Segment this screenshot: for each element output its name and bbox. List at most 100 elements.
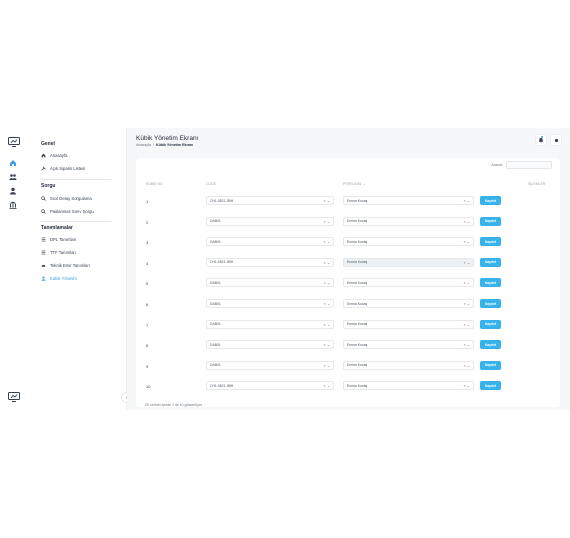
chevron-down-icon[interactable]: ⌄ bbox=[467, 343, 470, 347]
clear-icon[interactable]: × bbox=[464, 199, 466, 203]
save-button[interactable]: Kaydet bbox=[480, 237, 501, 247]
sidebar-item-acik-siparis[interactable]: Açık Siparis Listesi bbox=[41, 164, 85, 172]
breadcrumb-home-link[interactable]: Anasayfa bbox=[136, 143, 151, 147]
save-button[interactable]: Kaydet bbox=[480, 278, 501, 288]
chevron-down-icon[interactable]: ⌄ bbox=[327, 240, 330, 244]
personel-select[interactable]: Emma Kocaş × ⌄ bbox=[343, 299, 474, 308]
notification-button[interactable] bbox=[535, 134, 547, 146]
clear-icon[interactable]: × bbox=[464, 384, 466, 388]
users-group-icon[interactable] bbox=[9, 173, 17, 181]
personel-select[interactable]: Emma Kocaş × ⌄ bbox=[343, 196, 474, 205]
user-icon[interactable] bbox=[9, 187, 17, 195]
clear-icon[interactable]: × bbox=[324, 281, 326, 285]
kubik-no-cell: 2 bbox=[146, 219, 149, 225]
clear-icon[interactable]: × bbox=[324, 220, 326, 224]
code-select[interactable]: DAB01 × ⌄ bbox=[206, 237, 334, 247]
chevron-down-icon[interactable]: ⌄ bbox=[327, 302, 330, 306]
sidebar-item-dpl[interactable]: DPL Tanımları bbox=[41, 235, 76, 243]
code-select[interactable]: CH1-0521-3BH × ⌄ bbox=[206, 257, 334, 267]
chevron-down-icon[interactable]: ⌄ bbox=[327, 323, 330, 327]
chevron-down-icon[interactable]: ⌄ bbox=[467, 261, 470, 265]
save-button[interactable]: Kaydet bbox=[480, 360, 501, 370]
chevron-down-icon[interactable]: ⌄ bbox=[467, 384, 470, 388]
code-select[interactable]: DAB01 × ⌄ bbox=[206, 319, 334, 329]
chevron-down-icon[interactable]: ⌄ bbox=[327, 261, 330, 265]
chevron-down-icon[interactable]: ⌄ bbox=[467, 281, 470, 285]
chevron-down-icon[interactable]: ⌄ bbox=[467, 240, 470, 244]
personel-select[interactable]: Emma Kocaş × ⌄ bbox=[343, 360, 474, 370]
clear-icon[interactable]: × bbox=[464, 281, 466, 285]
chevron-down-icon[interactable]: ⌄ bbox=[327, 220, 330, 224]
clear-icon[interactable]: × bbox=[324, 364, 326, 368]
chevron-down-icon[interactable]: ⌄ bbox=[327, 281, 330, 285]
sidebar-item-kubik-yonetim[interactable]: Kübik Yönetim bbox=[41, 274, 77, 282]
clear-icon[interactable]: × bbox=[464, 240, 466, 244]
clear-icon[interactable]: × bbox=[464, 220, 466, 224]
code-select[interactable]: DAB01 × ⌄ bbox=[206, 299, 334, 308]
home-icon[interactable] bbox=[9, 159, 17, 167]
home-icon bbox=[41, 153, 46, 157]
chevron-down-icon[interactable]: ⌄ bbox=[327, 199, 330, 203]
clear-icon[interactable]: × bbox=[324, 302, 326, 306]
clear-icon[interactable]: × bbox=[464, 364, 466, 368]
code-select[interactable]: DAB01 × ⌄ bbox=[206, 216, 334, 226]
sidebar-item-ttf[interactable]: TTF Tanımları bbox=[41, 248, 76, 256]
chevron-down-icon[interactable]: ⌄ bbox=[467, 199, 470, 203]
code-select[interactable]: DAB01 × ⌄ bbox=[206, 278, 334, 288]
logo-icon[interactable] bbox=[8, 137, 20, 147]
kubik-no-cell: 3 bbox=[146, 240, 149, 246]
select-controls: × ⌄ bbox=[464, 280, 470, 285]
code-select[interactable]: CH1-0521-3BH × ⌄ bbox=[206, 196, 334, 205]
personel-select[interactable]: Emma Kocaş × ⌄ bbox=[343, 381, 474, 391]
code-select[interactable]: DAB01 × ⌄ bbox=[206, 340, 334, 350]
save-button[interactable]: Kaydet bbox=[480, 216, 501, 226]
save-button[interactable]: Kaydet bbox=[480, 257, 501, 267]
clear-icon[interactable]: × bbox=[324, 384, 326, 388]
search-input[interactable] bbox=[506, 161, 552, 169]
chevron-down-icon[interactable]: ⌄ bbox=[467, 323, 470, 327]
sidebar-item-anasayfa[interactable]: Anasayfa bbox=[41, 151, 67, 159]
personel-select-value: Emma Kocaş bbox=[347, 280, 368, 285]
personel-select[interactable]: Emma Kocaş × ⌄ bbox=[343, 319, 474, 329]
chevron-down-icon[interactable]: ⌄ bbox=[467, 302, 470, 306]
column-header-personel[interactable]: PERSONEL ⌄ bbox=[343, 182, 366, 186]
chevron-down-icon[interactable]: ⌄ bbox=[467, 364, 470, 368]
search-icon bbox=[41, 208, 46, 214]
personel-select-value: Emma Kocaş bbox=[347, 383, 368, 388]
clear-icon[interactable]: × bbox=[464, 323, 466, 327]
column-header-kubik-no[interactable]: KÜBİK NO bbox=[146, 182, 163, 186]
clear-icon[interactable]: × bbox=[464, 261, 466, 265]
code-select[interactable]: CH1-0521-3BH × ⌄ bbox=[206, 381, 334, 391]
chevron-down-icon[interactable]: ⌄ bbox=[327, 384, 330, 388]
sidebar-divider bbox=[41, 221, 111, 222]
clear-icon[interactable]: × bbox=[324, 323, 326, 327]
theme-toggle-button[interactable] bbox=[550, 134, 562, 146]
save-button[interactable]: Kaydet bbox=[480, 299, 501, 308]
sidebar-item-teknik-emir[interactable]: Teknik Emir Tanımları bbox=[41, 261, 90, 269]
save-button[interactable]: Kaydet bbox=[480, 381, 501, 391]
save-button[interactable]: Kaydet bbox=[480, 196, 501, 205]
clear-icon[interactable]: × bbox=[464, 302, 466, 306]
kubik-no-cell: 10 bbox=[146, 384, 151, 390]
chevron-down-icon[interactable]: ⌄ bbox=[467, 220, 470, 224]
personel-select[interactable]: Emma Kocaş × ⌄ bbox=[343, 257, 474, 267]
code-select[interactable]: DAB01 × ⌄ bbox=[206, 360, 334, 370]
personel-select[interactable]: Emma Kocaş × ⌄ bbox=[343, 237, 474, 247]
sidebar-item-paslanmaz[interactable]: Paslanmaz Sınıv Sorgu bbox=[41, 207, 94, 215]
sidebar-item-sicil-detay[interactable]: Sıcıl Detay Sorgulama bbox=[41, 194, 92, 202]
clear-icon[interactable]: × bbox=[324, 343, 326, 347]
clear-icon[interactable]: × bbox=[324, 240, 326, 244]
clear-icon[interactable]: × bbox=[464, 343, 466, 347]
sidebar-item-label: Anasayfa bbox=[50, 152, 68, 158]
save-button[interactable]: Kaydet bbox=[480, 319, 501, 329]
personel-select[interactable]: Emma Kocaş × ⌄ bbox=[343, 340, 474, 350]
save-button[interactable]: Kaydet bbox=[480, 340, 501, 350]
building-icon[interactable] bbox=[9, 201, 17, 209]
personel-select[interactable]: Emma Kocaş × ⌄ bbox=[343, 278, 474, 288]
column-header-code[interactable]: CODE bbox=[206, 182, 216, 186]
clear-icon[interactable]: × bbox=[324, 199, 326, 203]
personel-select[interactable]: Emma Kocaş × ⌄ bbox=[343, 216, 474, 226]
clear-icon[interactable]: × bbox=[324, 261, 326, 265]
chevron-down-icon[interactable]: ⌄ bbox=[327, 364, 330, 368]
chevron-down-icon[interactable]: ⌄ bbox=[327, 343, 330, 347]
